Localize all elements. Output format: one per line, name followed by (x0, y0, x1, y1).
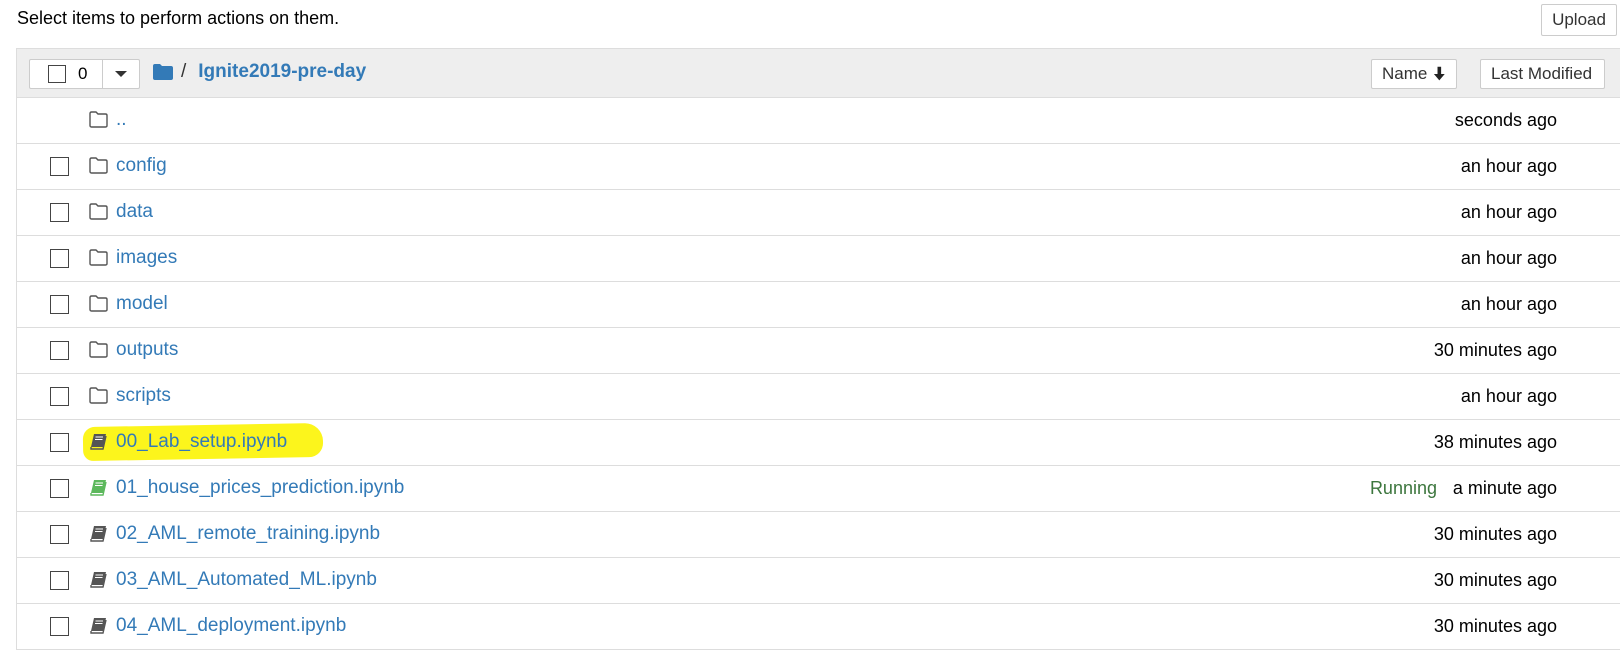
last-modified: 30 minutes ago (1433, 616, 1557, 636)
row-checkbox[interactable] (50, 249, 69, 268)
row-checkbox[interactable] (50, 479, 69, 498)
last-modified: an hour ago (1460, 294, 1557, 314)
last-modified: an hour ago (1460, 386, 1557, 406)
caret-down-icon (115, 71, 127, 77)
notebook-icon (89, 433, 108, 450)
last-modified: seconds ago (1454, 110, 1557, 130)
top-bar: Select items to perform actions on them.… (0, 0, 1620, 48)
sort-by-name-button[interactable]: Name (1371, 59, 1457, 89)
folder-icon (89, 203, 108, 220)
table-row[interactable]: images an hour ago (17, 236, 1620, 282)
sort-by-modified-button[interactable]: Last Modified (1480, 59, 1605, 89)
item-link[interactable]: .. (116, 109, 127, 131)
item-link[interactable]: images (116, 247, 177, 269)
row-checkbox[interactable] (50, 203, 69, 222)
table-row[interactable]: scripts an hour ago (17, 374, 1620, 420)
item-link[interactable]: 03_AML_Automated_ML.ipynb (116, 569, 377, 591)
folder-icon (89, 157, 108, 174)
folder-icon (89, 295, 108, 312)
select-all-toggle[interactable]: 0 (30, 60, 103, 88)
table-row[interactable]: outputs 30 minutes ago (17, 328, 1620, 374)
table-row[interactable]: 00_Lab_setup.ipynb 38 minutes ago (17, 420, 1620, 466)
notebook-icon (89, 525, 108, 542)
table-row[interactable]: 02_AML_remote_training.ipynb 30 minutes a… (17, 512, 1620, 558)
row-checkbox[interactable] (50, 525, 69, 544)
file-rows: .. seconds ago config an hour ago data an hou… (17, 98, 1620, 649)
select-all-control: 0 (29, 59, 140, 89)
row-checkbox[interactable] (50, 295, 69, 314)
notebook-icon (89, 617, 108, 634)
last-modified: 30 minutes ago (1433, 340, 1557, 360)
notebook-icon (89, 571, 108, 588)
row-checkbox[interactable] (50, 571, 69, 590)
folder-icon (89, 387, 108, 404)
table-row[interactable]: 04_AML_deployment.ipynb 30 minutes ago (17, 604, 1620, 649)
last-modified: a minute ago (1452, 478, 1557, 498)
file-list-header: 0 / Ignite2019-pre-day Name Last Modifie… (17, 49, 1620, 98)
sort-modified-label: Last Modified (1491, 64, 1593, 83)
select-all-checkbox[interactable] (48, 65, 66, 83)
folder-solid-icon[interactable] (153, 64, 173, 80)
last-modified: 38 minutes ago (1433, 432, 1557, 452)
running-status: Running (1369, 478, 1437, 498)
sort-name-label: Name (1382, 64, 1428, 83)
item-link[interactable]: 00_Lab_setup.ipynb (116, 431, 287, 453)
table-row[interactable]: .. seconds ago (17, 98, 1620, 144)
item-link[interactable]: 01_house_prices_prediction.ipynb (116, 477, 404, 499)
table-row[interactable]: data an hour ago (17, 190, 1620, 236)
item-link[interactable]: 04_AML_deployment.ipynb (116, 615, 346, 637)
selected-count: 0 (78, 64, 88, 83)
row-checkbox[interactable] (50, 617, 69, 636)
table-row[interactable]: 01_house_prices_prediction.ipynb Running a… (17, 466, 1620, 512)
breadcrumb: / Ignite2019-pre-day (153, 61, 366, 83)
breadcrumb-separator: / (181, 61, 187, 82)
item-link[interactable]: outputs (116, 339, 178, 361)
upload-button[interactable]: Upload (1541, 4, 1617, 36)
row-checkbox[interactable] (50, 157, 69, 176)
row-checkbox[interactable] (50, 341, 69, 360)
item-link[interactable]: model (116, 293, 168, 315)
file-list: 0 / Ignite2019-pre-day Name Last Modifie… (16, 48, 1620, 650)
notebook-running-icon (89, 479, 108, 496)
last-modified: 30 minutes ago (1433, 570, 1557, 590)
folder-icon (89, 111, 108, 128)
select-dropdown-button[interactable] (103, 60, 139, 88)
last-modified: an hour ago (1460, 202, 1557, 222)
row-checkbox[interactable] (50, 387, 69, 406)
instructions-text: Select items to perform actions on them. (17, 8, 340, 28)
last-modified: an hour ago (1460, 156, 1557, 176)
table-row[interactable]: 03_AML_Automated_ML.ipynb 30 minutes ago (17, 558, 1620, 604)
item-link[interactable]: data (116, 201, 153, 223)
breadcrumb-current-folder[interactable]: Ignite2019-pre-day (198, 61, 366, 83)
item-link[interactable]: scripts (116, 385, 171, 407)
item-link[interactable]: config (116, 155, 167, 177)
table-row[interactable]: model an hour ago (17, 282, 1620, 328)
item-link[interactable]: 02_AML_remote_training.ipynb (116, 523, 380, 545)
last-modified: an hour ago (1460, 248, 1557, 268)
last-modified: 30 minutes ago (1433, 524, 1557, 544)
folder-icon (89, 249, 108, 266)
table-row[interactable]: config an hour ago (17, 144, 1620, 190)
arrow-down-icon (1434, 66, 1446, 81)
row-checkbox[interactable] (50, 433, 69, 452)
folder-icon (89, 341, 108, 358)
